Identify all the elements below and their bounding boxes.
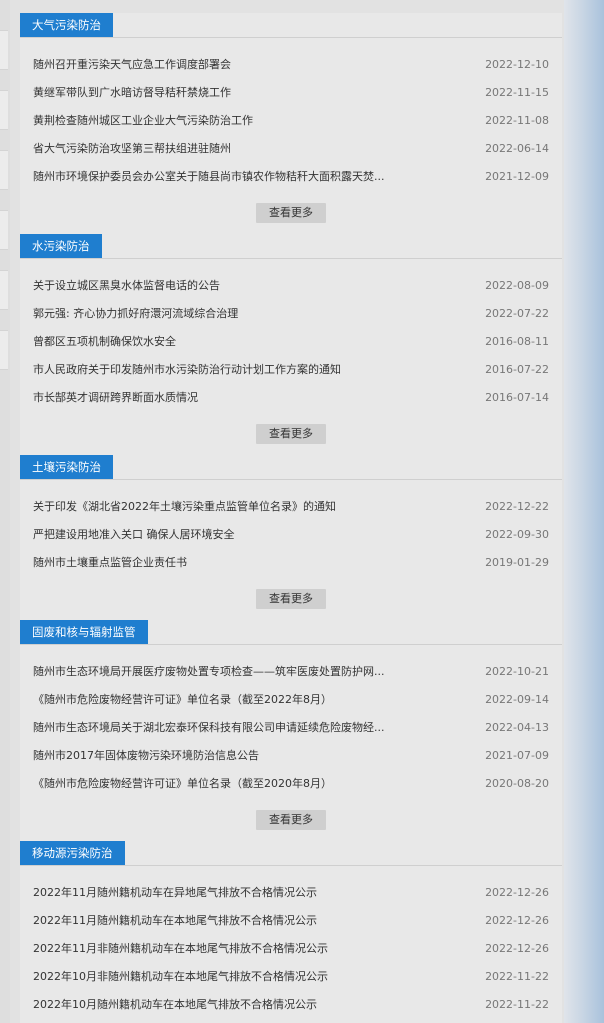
list-item[interactable]: 2022年11月非随州籍机动车在本地尾气排放不合格情况公示 2022-12-26 bbox=[20, 937, 562, 961]
news-date: 2022-09-14 bbox=[485, 693, 549, 706]
news-title-link[interactable]: 2022年10月随州籍机动车在本地尾气排放不合格情况公示 bbox=[33, 993, 413, 1017]
news-title-link[interactable]: 黄继军带队到广水暗访督导秸秆禁烧工作 bbox=[33, 81, 413, 105]
section-solid-waste-radiation: 固废和核与辐射监管 随州市生态环境局开展医疗废物处置专项检查——筑牢医废处置防护… bbox=[20, 620, 562, 830]
news-title-link[interactable]: 随州市2017年固体废物污染环境防治信息公告 bbox=[33, 744, 413, 768]
list-item[interactable]: 《随州市危险废物经营许可证》单位名录（截至2020年8月） 2020-08-20 bbox=[20, 772, 562, 796]
news-title-link[interactable]: 《随州市危险废物经营许可证》单位名录（截至2022年8月） bbox=[33, 688, 413, 712]
news-title-link[interactable]: 严把建设用地准入关口 确保人居环境安全 bbox=[33, 523, 413, 547]
news-title-link[interactable]: 2022年11月随州籍机动车在本地尾气排放不合格情况公示 bbox=[33, 909, 413, 933]
news-date: 2022-08-09 bbox=[485, 279, 549, 292]
list-item[interactable]: 2022年10月非随州籍机动车在本地尾气排放不合格情况公示 2022-11-22 bbox=[20, 965, 562, 989]
list-item[interactable]: 严把建设用地准入关口 确保人居环境安全 2022-09-30 bbox=[20, 523, 562, 547]
news-title-link[interactable]: 2022年11月非随州籍机动车在本地尾气排放不合格情况公示 bbox=[33, 937, 413, 961]
list-item[interactable]: 随州市生态环境局开展医疗废物处置专项检查——筑牢医废处置防护网... 2022-… bbox=[20, 660, 562, 684]
news-title-link[interactable]: 随州市生态环境局开展医疗废物处置专项检查——筑牢医废处置防护网... bbox=[33, 660, 413, 684]
news-date: 2022-12-26 bbox=[485, 942, 549, 955]
news-date: 2019-01-29 bbox=[485, 556, 549, 569]
section-title: 大气污染防治 bbox=[20, 13, 113, 37]
news-title-link[interactable]: 《随州市危险废物经营许可证》单位名录（截至2020年8月） bbox=[33, 772, 413, 796]
section-header: 移动源污染防治 bbox=[20, 841, 562, 866]
news-date: 2022-11-08 bbox=[485, 114, 549, 127]
news-date: 2021-12-09 bbox=[485, 170, 549, 183]
view-more-button[interactable]: 查看更多 bbox=[256, 810, 326, 830]
list-item[interactable]: 郭元强: 齐心协力抓好府澴河流域综合治理 2022-07-22 bbox=[20, 302, 562, 326]
news-date: 2016-08-11 bbox=[485, 335, 549, 348]
list-item[interactable]: 随州市环境保护委员会办公室关于随县尚市镇农作物秸秆大面积露天焚... 2021-… bbox=[20, 165, 562, 189]
news-date: 2022-11-22 bbox=[485, 998, 549, 1011]
list-item[interactable]: 黄荆检查随州城区工业企业大气污染防治工作 2022-11-08 bbox=[20, 109, 562, 133]
list-item[interactable]: 2022年10月随州籍机动车在本地尾气排放不合格情况公示 2022-11-22 bbox=[20, 993, 562, 1017]
list-item[interactable]: 黄继军带队到广水暗访督导秸秆禁烧工作 2022-11-15 bbox=[20, 81, 562, 105]
list-item[interactable]: 市长郜英才调研跨界断面水质情况 2016-07-14 bbox=[20, 386, 562, 410]
section-header: 水污染防治 bbox=[20, 234, 562, 259]
news-date: 2022-11-15 bbox=[485, 86, 549, 99]
list-item[interactable]: 曾都区五项机制确保饮水安全 2016-08-11 bbox=[20, 330, 562, 354]
section-title: 固废和核与辐射监管 bbox=[20, 620, 148, 644]
news-title-link[interactable]: 随州市土壤重点监管企业责任书 bbox=[33, 551, 413, 575]
section-title: 移动源污染防治 bbox=[20, 841, 125, 865]
news-title-link[interactable]: 黄荆检查随州城区工业企业大气污染防治工作 bbox=[33, 109, 413, 133]
list-item[interactable]: 随州市2017年固体废物污染环境防治信息公告 2021-07-09 bbox=[20, 744, 562, 768]
news-date: 2022-12-10 bbox=[485, 58, 549, 71]
left-sidebar-edge bbox=[0, 0, 10, 1023]
news-date: 2022-12-26 bbox=[485, 914, 549, 927]
list-item[interactable]: 关于设立城区黑臭水体监督电话的公告 2022-08-09 bbox=[20, 274, 562, 298]
sidebar-tab-edge bbox=[0, 330, 8, 370]
list-item[interactable]: 随州市生态环境局关于湖北宏泰环保科技有限公司申请延续危险废物经... 2022-… bbox=[20, 716, 562, 740]
news-date: 2022-12-26 bbox=[485, 886, 549, 899]
news-title-link[interactable]: 曾都区五项机制确保饮水安全 bbox=[33, 330, 413, 354]
news-date: 2020-08-20 bbox=[485, 777, 549, 790]
news-title-link[interactable]: 关于设立城区黑臭水体监督电话的公告 bbox=[33, 274, 413, 298]
view-more-button[interactable]: 查看更多 bbox=[256, 589, 326, 609]
section-title: 土壤污染防治 bbox=[20, 455, 113, 479]
list-item[interactable]: 2022年11月随州籍机动车在异地尾气排放不合格情况公示 2022-12-26 bbox=[20, 881, 562, 905]
section-header: 大气污染防治 bbox=[20, 13, 562, 38]
list-item[interactable]: 市人民政府关于印发随州市水污染防治行动计划工作方案的通知 2016-07-22 bbox=[20, 358, 562, 382]
news-date: 2022-07-22 bbox=[485, 307, 549, 320]
news-title-link[interactable]: 随州市环境保护委员会办公室关于随县尚市镇农作物秸秆大面积露天焚... bbox=[33, 165, 413, 189]
section-title: 水污染防治 bbox=[20, 234, 102, 258]
view-more-button[interactable]: 查看更多 bbox=[256, 203, 326, 223]
list-item[interactable]: 省大气污染防治攻坚第三帮扶组进驻随州 2022-06-14 bbox=[20, 137, 562, 161]
section-water-pollution: 水污染防治 关于设立城区黑臭水体监督电话的公告 2022-08-09 郭元强: … bbox=[20, 234, 562, 444]
news-date: 2016-07-14 bbox=[485, 391, 549, 404]
news-title-link[interactable]: 随州市生态环境局关于湖北宏泰环保科技有限公司申请延续危险废物经... bbox=[33, 716, 413, 740]
news-list-panel: 大气污染防治 随州召开重污染天气应急工作调度部署会 2022-12-10 黄继军… bbox=[20, 13, 562, 1023]
news-title-link[interactable]: 关于印发《湖北省2022年土壤污染重点监管单位名录》的通知 bbox=[33, 495, 413, 519]
news-date: 2022-10-21 bbox=[485, 665, 549, 678]
news-date: 2022-11-22 bbox=[485, 970, 549, 983]
sidebar-tab-edge bbox=[0, 30, 8, 70]
news-title-link[interactable]: 省大气污染防治攻坚第三帮扶组进驻随州 bbox=[33, 137, 413, 161]
list-item[interactable]: 2022年11月随州籍机动车在本地尾气排放不合格情况公示 2022-12-26 bbox=[20, 909, 562, 933]
news-date: 2021-07-09 bbox=[485, 749, 549, 762]
section-header: 土壤污染防治 bbox=[20, 455, 562, 480]
view-more-button[interactable]: 查看更多 bbox=[256, 424, 326, 444]
right-background-edge bbox=[564, 0, 604, 1023]
section-mobile-source-pollution: 移动源污染防治 2022年11月随州籍机动车在异地尾气排放不合格情况公示 202… bbox=[20, 841, 562, 1011]
news-title-link[interactable]: 2022年11月随州籍机动车在异地尾气排放不合格情况公示 bbox=[33, 881, 413, 905]
news-date: 2022-12-22 bbox=[485, 500, 549, 513]
list-item[interactable]: 随州市土壤重点监管企业责任书 2019-01-29 bbox=[20, 551, 562, 575]
news-title-link[interactable]: 郭元强: 齐心协力抓好府澴河流域综合治理 bbox=[33, 302, 413, 326]
sidebar-tab-edge bbox=[0, 150, 8, 190]
news-title-link[interactable]: 2022年10月非随州籍机动车在本地尾气排放不合格情况公示 bbox=[33, 965, 413, 989]
section-air-pollution: 大气污染防治 随州召开重污染天气应急工作调度部署会 2022-12-10 黄继军… bbox=[20, 13, 562, 223]
sidebar-tab-edge bbox=[0, 270, 8, 310]
list-item[interactable]: 《随州市危险废物经营许可证》单位名录（截至2022年8月） 2022-09-14 bbox=[20, 688, 562, 712]
news-date: 2022-04-13 bbox=[485, 721, 549, 734]
sidebar-tab-edge bbox=[0, 90, 8, 130]
news-date: 2016-07-22 bbox=[485, 363, 549, 376]
news-title-link[interactable]: 市人民政府关于印发随州市水污染防治行动计划工作方案的通知 bbox=[33, 358, 413, 382]
section-header: 固废和核与辐射监管 bbox=[20, 620, 562, 645]
news-title-link[interactable]: 市长郜英才调研跨界断面水质情况 bbox=[33, 386, 413, 410]
list-item[interactable]: 关于印发《湖北省2022年土壤污染重点监管单位名录》的通知 2022-12-22 bbox=[20, 495, 562, 519]
news-title-link[interactable]: 随州召开重污染天气应急工作调度部署会 bbox=[33, 53, 413, 77]
section-soil-pollution: 土壤污染防治 关于印发《湖北省2022年土壤污染重点监管单位名录》的通知 202… bbox=[20, 455, 562, 609]
list-item[interactable]: 随州召开重污染天气应急工作调度部署会 2022-12-10 bbox=[20, 53, 562, 77]
news-date: 2022-09-30 bbox=[485, 528, 549, 541]
sidebar-tab-edge bbox=[0, 210, 8, 250]
news-date: 2022-06-14 bbox=[485, 142, 549, 155]
